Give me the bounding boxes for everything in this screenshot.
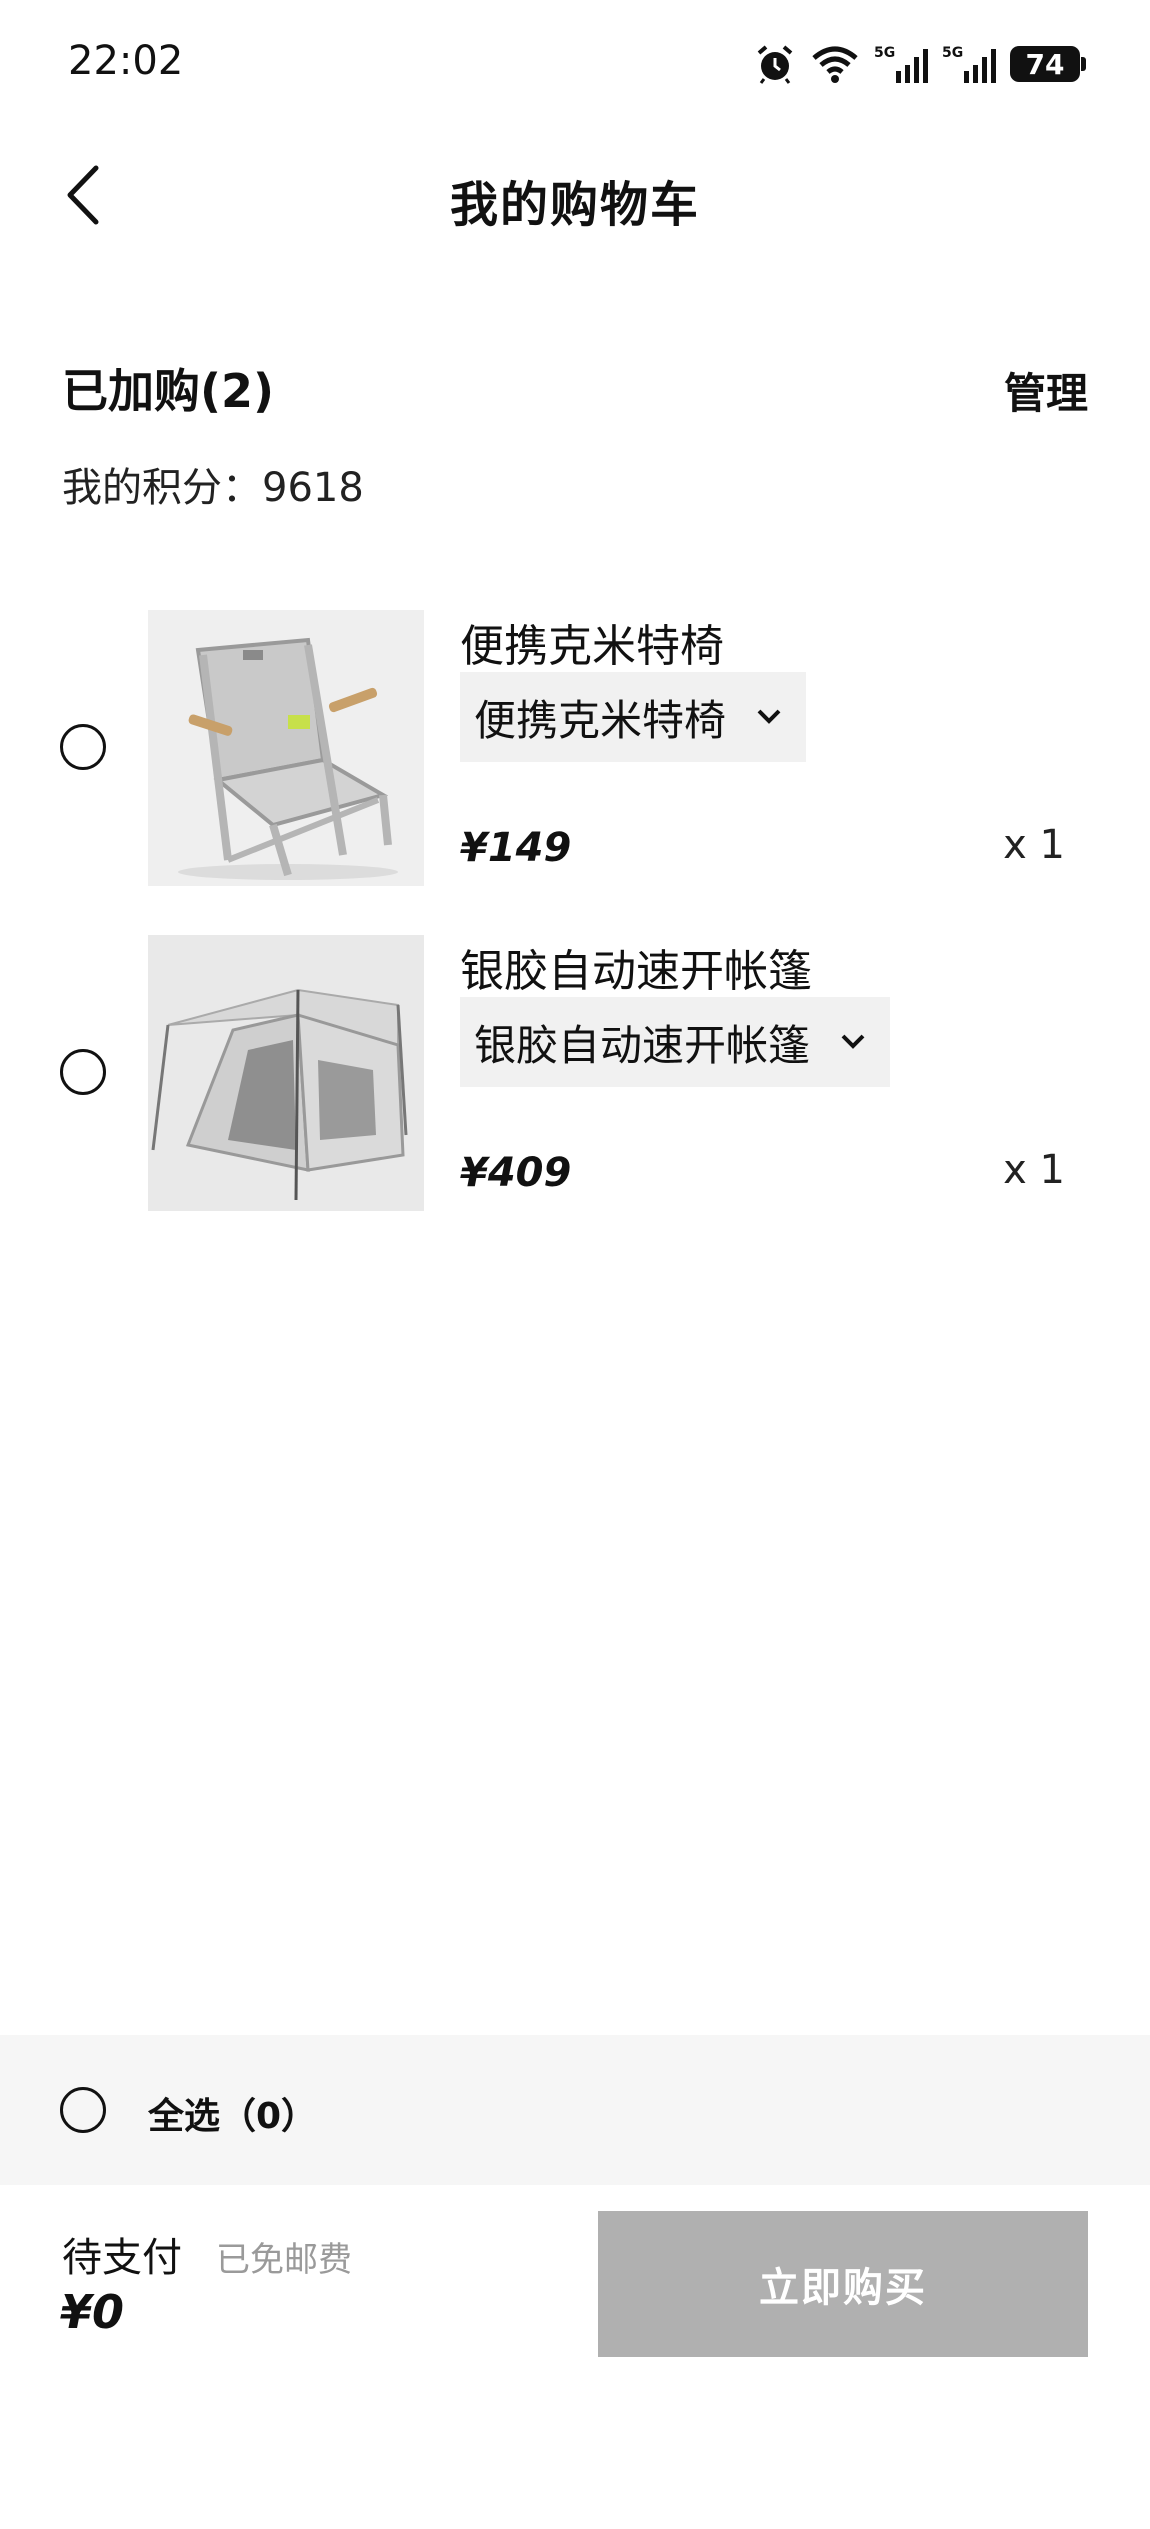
item-quantity: x 1 xyxy=(1003,822,1065,868)
status-time: 22:02 xyxy=(68,38,184,84)
page-title: 我的购物车 xyxy=(449,177,700,233)
svg-text:5G: 5G xyxy=(942,45,963,61)
item-name: 便携克米特椅 xyxy=(460,621,724,672)
status-icons: 5G 5G 74 xyxy=(754,42,1086,86)
total-price: ¥0 xyxy=(60,2285,125,2339)
cart-item: 银胶自动速开帐篷 银胶自动速开帐篷 ¥409 x 1 xyxy=(0,935,1150,1215)
cart-item: 便携克米特椅 便携克米特椅 ¥149 x 1 xyxy=(0,610,1150,890)
variant-dropdown[interactable]: 便携克米特椅 xyxy=(460,672,807,762)
folding-chair-image xyxy=(148,610,424,886)
signal-5g-icon: 5G xyxy=(874,45,928,83)
item-quantity: x 1 xyxy=(1003,1147,1065,1193)
select-all-radio[interactable] xyxy=(60,2087,106,2133)
svg-text:5G: 5G xyxy=(874,45,895,61)
product-image-chair[interactable] xyxy=(148,610,424,886)
points-label: 我的积分：9618 xyxy=(62,465,364,511)
pay-label: 待支付 xyxy=(62,2235,182,2281)
buy-now-button[interactable]: 立即购买 xyxy=(598,2211,1088,2357)
item-name: 银胶自动速开帐篷 xyxy=(460,946,812,997)
signal-5g-icon-2: 5G xyxy=(942,45,996,83)
select-all-label[interactable]: 全选（0） xyxy=(148,2087,317,2139)
product-image-tent[interactable] xyxy=(148,935,424,1211)
item-price: ¥409 xyxy=(460,1150,572,1196)
alarm-icon xyxy=(757,45,793,84)
variant-dropdown[interactable]: 银胶自动速开帐篷 xyxy=(460,997,891,1087)
select-all-bar: 全选（0） xyxy=(0,2035,1150,2185)
manage-button[interactable]: 管理 xyxy=(1004,360,1088,421)
chevron-down-icon xyxy=(841,1034,865,1049)
item-price: ¥149 xyxy=(460,825,572,871)
cart-count: 已加购(2) xyxy=(62,364,275,418)
shipping-label: 已免邮费 xyxy=(216,2240,352,2280)
chevron-down-icon xyxy=(757,709,781,724)
tent-image xyxy=(148,935,424,1211)
item-select-radio[interactable] xyxy=(60,1049,106,1095)
variant-label: 银胶自动速开帐篷 xyxy=(474,1020,811,1070)
battery-icon: 74 xyxy=(1010,46,1086,82)
variant-label: 便携克米特椅 xyxy=(474,695,727,745)
battery-level: 74 xyxy=(1025,47,1065,81)
wifi-icon xyxy=(812,46,858,83)
item-select-radio[interactable] xyxy=(60,724,106,770)
